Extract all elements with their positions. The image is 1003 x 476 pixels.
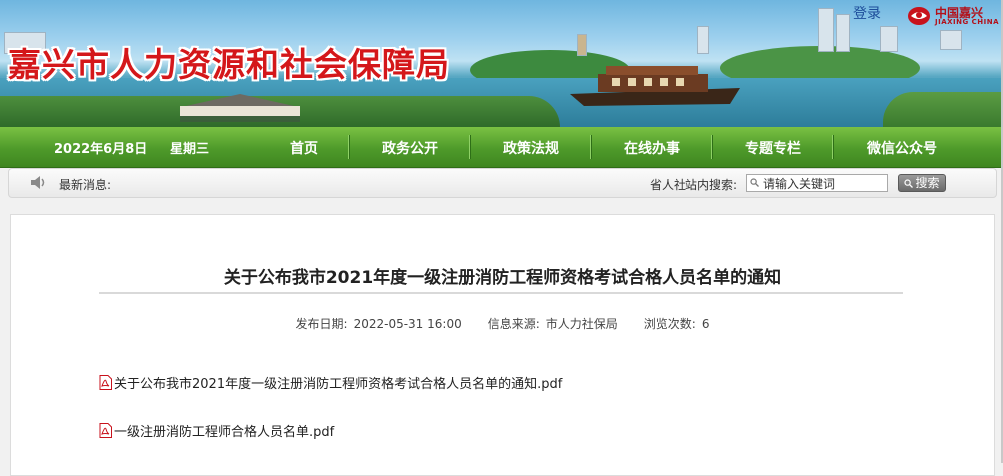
current-weekday: 星期三 — [170, 142, 210, 157]
attachment-link[interactable]: 关于公布我市2021年度一级注册消防工程师资格考试合格人员名单的通知.pdf — [99, 373, 562, 392]
views-label: 浏览次数: — [643, 317, 696, 331]
nav-item-gov-affairs[interactable]: 政务公开 — [355, 138, 465, 158]
nav-item-wechat[interactable]: 微信公众号 — [847, 138, 957, 158]
red-boat-image — [570, 66, 740, 106]
article-meta: 发布日期: 2022-05-31 16:00 信息来源: 市人力社保局 浏览次数: 6 — [11, 315, 994, 332]
source-value: 市人力社保局 — [545, 317, 618, 331]
banner-building — [818, 8, 834, 52]
header-banner: 嘉兴市人力资源和社会保障局 登录 中国嘉兴 JIAXING CHINA — [0, 0, 1003, 127]
current-date: 2022年6月8日 — [54, 142, 148, 157]
site-title: 嘉兴市人力资源和社会保障局 — [8, 45, 450, 84]
jiaxing-logo-icon — [908, 7, 930, 25]
banner-building — [940, 30, 962, 50]
search-button-label: 搜索 — [915, 176, 940, 190]
search-button[interactable]: 搜索 — [898, 174, 946, 192]
search-icon — [904, 179, 914, 188]
nav-item-policies[interactable]: 政策法规 — [476, 138, 586, 158]
nav-separator — [348, 135, 350, 159]
login-link[interactable]: 登录 — [853, 3, 881, 23]
nav-separator — [711, 135, 713, 159]
pdf-icon — [99, 375, 112, 390]
nav-item-home[interactable]: 首页 — [249, 138, 359, 158]
province-hrss-link[interactable]: 省人社 — [650, 176, 686, 193]
search-input[interactable] — [746, 174, 888, 192]
jiaxing-logo[interactable]: 中国嘉兴 JIAXING CHINA — [905, 2, 1001, 28]
pavilion-image — [180, 94, 300, 122]
logo-text-en: JIAXING CHINA — [935, 18, 1000, 26]
attachment-filename: 一级注册消防工程师合格人员名单.pdf — [114, 425, 335, 440]
publish-date-label: 发布日期: — [295, 317, 348, 331]
main-nav: 2022年6月8日 星期三 首页 政务公开 政策法规 在线办事 专题专栏 微信公… — [0, 127, 1003, 168]
banner-building — [880, 26, 898, 52]
search-icon — [750, 178, 759, 187]
news-search-bar: 最新消息: 省人社 站内搜索: 搜索 — [8, 168, 997, 198]
source-label: 信息来源: — [487, 317, 540, 331]
nav-separator — [832, 135, 834, 159]
latest-news-label: 最新消息: — [59, 178, 112, 192]
banner-pagoda — [577, 34, 587, 56]
article-panel: 关于公布我市2021年度一级注册消防工程师资格考试合格人员名单的通知 发布日期:… — [10, 214, 995, 476]
nav-item-online-services[interactable]: 在线办事 — [597, 138, 707, 158]
pdf-icon — [99, 423, 112, 438]
attachment-link[interactable]: 一级注册消防工程师合格人员名单.pdf — [99, 421, 334, 440]
article-title: 关于公布我市2021年度一级注册消防工程师资格考试合格人员名单的通知 — [223, 268, 782, 288]
speaker-icon — [31, 176, 45, 189]
publish-date: 2022-05-31 16:00 — [353, 317, 462, 331]
banner-building — [836, 14, 850, 52]
nav-item-special-topics[interactable]: 专题专栏 — [718, 138, 828, 158]
attachment-filename: 关于公布我市2021年度一级注册消防工程师资格考试合格人员名单的通知.pdf — [114, 377, 563, 392]
views-count: 6 — [701, 317, 710, 331]
nav-separator — [469, 135, 471, 159]
site-search-label: 站内搜索: — [685, 178, 738, 192]
title-divider — [99, 292, 903, 294]
banner-building — [697, 26, 709, 54]
nav-separator — [590, 135, 592, 159]
banner-shore — [883, 92, 1003, 127]
